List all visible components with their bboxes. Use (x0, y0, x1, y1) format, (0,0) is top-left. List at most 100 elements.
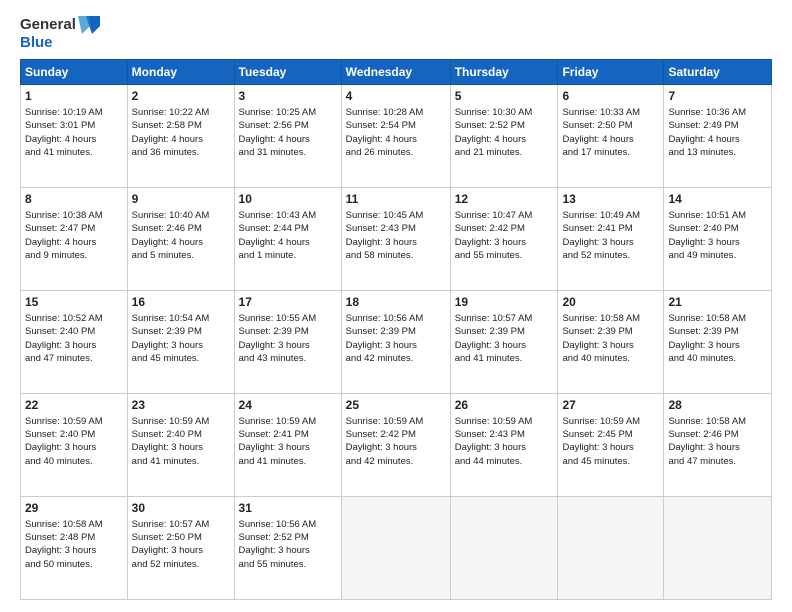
day-info: Daylight: 3 hours (239, 441, 337, 454)
day-info: Sunset: 2:44 PM (239, 222, 337, 235)
calendar-cell (664, 497, 772, 600)
day-info: Sunrise: 10:52 AM (25, 312, 123, 325)
day-info: Sunset: 2:50 PM (132, 531, 230, 544)
day-info: Sunrise: 10:40 AM (132, 209, 230, 222)
day-info: Daylight: 3 hours (668, 441, 767, 454)
day-header-monday: Monday (127, 60, 234, 85)
day-header-friday: Friday (558, 60, 664, 85)
day-info: Sunset: 2:41 PM (239, 428, 337, 441)
day-info: and 55 minutes. (455, 249, 554, 262)
day-info: and 47 minutes. (668, 455, 767, 468)
day-number: 8 (25, 191, 123, 208)
day-info: Daylight: 3 hours (346, 339, 446, 352)
calendar-cell (450, 497, 558, 600)
calendar-cell: 17Sunrise: 10:55 AMSunset: 2:39 PMDaylig… (234, 291, 341, 394)
day-number: 19 (455, 294, 554, 311)
day-info: and 1 minute. (239, 249, 337, 262)
day-info: Sunrise: 10:38 AM (25, 209, 123, 222)
day-header-thursday: Thursday (450, 60, 558, 85)
calendar-cell (558, 497, 664, 600)
day-number: 22 (25, 397, 123, 414)
calendar-cell: 28Sunrise: 10:58 AMSunset: 2:46 PMDaylig… (664, 394, 772, 497)
page: General Blue SundayMondayTuesdayWednesda… (0, 0, 792, 612)
day-number: 5 (455, 88, 554, 105)
day-info: and 45 minutes. (132, 352, 230, 365)
day-info: Sunset: 2:45 PM (562, 428, 659, 441)
day-info: and 5 minutes. (132, 249, 230, 262)
day-info: Daylight: 4 hours (239, 133, 337, 146)
day-info: Sunset: 2:39 PM (132, 325, 230, 338)
day-info: Sunset: 2:58 PM (132, 119, 230, 132)
day-info: Sunrise: 10:59 AM (132, 415, 230, 428)
calendar-cell: 1Sunrise: 10:19 AMSunset: 3:01 PMDayligh… (21, 85, 128, 188)
day-number: 14 (668, 191, 767, 208)
day-number: 16 (132, 294, 230, 311)
calendar-body: 1Sunrise: 10:19 AMSunset: 3:01 PMDayligh… (21, 85, 772, 600)
day-info: Daylight: 3 hours (132, 544, 230, 557)
day-info: Sunset: 2:52 PM (239, 531, 337, 544)
calendar-cell: 12Sunrise: 10:47 AMSunset: 2:42 PMDaylig… (450, 188, 558, 291)
day-info: Daylight: 3 hours (25, 544, 123, 557)
day-number: 28 (668, 397, 767, 414)
day-info: and 55 minutes. (239, 558, 337, 571)
day-info: and 50 minutes. (25, 558, 123, 571)
day-info: Sunrise: 10:51 AM (668, 209, 767, 222)
day-info: Sunrise: 10:22 AM (132, 106, 230, 119)
day-info: Sunset: 2:49 PM (668, 119, 767, 132)
day-info: Sunrise: 10:47 AM (455, 209, 554, 222)
calendar-table: SundayMondayTuesdayWednesdayThursdayFrid… (20, 59, 772, 600)
day-info: Sunrise: 10:58 AM (562, 312, 659, 325)
day-info: and 40 minutes. (25, 455, 123, 468)
day-number: 10 (239, 191, 337, 208)
calendar-cell: 22Sunrise: 10:59 AMSunset: 2:40 PMDaylig… (21, 394, 128, 497)
day-info: Daylight: 3 hours (25, 339, 123, 352)
day-info: and 9 minutes. (25, 249, 123, 262)
day-info: Daylight: 3 hours (455, 339, 554, 352)
day-info: and 40 minutes. (562, 352, 659, 365)
day-info: Sunset: 3:01 PM (25, 119, 123, 132)
day-info: Daylight: 4 hours (455, 133, 554, 146)
day-number: 4 (346, 88, 446, 105)
day-info: Daylight: 3 hours (562, 441, 659, 454)
calendar-cell: 10Sunrise: 10:43 AMSunset: 2:44 PMDaylig… (234, 188, 341, 291)
day-number: 29 (25, 500, 123, 517)
day-info: Sunrise: 10:49 AM (562, 209, 659, 222)
calendar-header: SundayMondayTuesdayWednesdayThursdayFrid… (21, 60, 772, 85)
day-info: Sunrise: 10:59 AM (239, 415, 337, 428)
day-info: Sunrise: 10:43 AM (239, 209, 337, 222)
calendar-cell (341, 497, 450, 600)
day-info: and 43 minutes. (239, 352, 337, 365)
day-info: Sunrise: 10:59 AM (455, 415, 554, 428)
day-info: and 58 minutes. (346, 249, 446, 262)
day-info: and 52 minutes. (562, 249, 659, 262)
day-info: Daylight: 4 hours (346, 133, 446, 146)
day-info: and 17 minutes. (562, 146, 659, 159)
day-info: Sunset: 2:40 PM (668, 222, 767, 235)
calendar-cell: 4Sunrise: 10:28 AMSunset: 2:54 PMDayligh… (341, 85, 450, 188)
calendar-cell: 30Sunrise: 10:57 AMSunset: 2:50 PMDaylig… (127, 497, 234, 600)
day-info: Sunrise: 10:59 AM (25, 415, 123, 428)
calendar-cell: 2Sunrise: 10:22 AMSunset: 2:58 PMDayligh… (127, 85, 234, 188)
day-info: and 21 minutes. (455, 146, 554, 159)
week-row-4: 22Sunrise: 10:59 AMSunset: 2:40 PMDaylig… (21, 394, 772, 497)
day-info: Sunset: 2:40 PM (25, 428, 123, 441)
day-info: and 42 minutes. (346, 352, 446, 365)
day-info: Sunrise: 10:57 AM (455, 312, 554, 325)
day-info: Sunset: 2:42 PM (455, 222, 554, 235)
calendar-cell: 24Sunrise: 10:59 AMSunset: 2:41 PMDaylig… (234, 394, 341, 497)
day-info: Sunset: 2:39 PM (346, 325, 446, 338)
day-info: Daylight: 3 hours (239, 339, 337, 352)
day-info: Daylight: 4 hours (132, 236, 230, 249)
calendar-cell: 25Sunrise: 10:59 AMSunset: 2:42 PMDaylig… (341, 394, 450, 497)
day-info: Sunrise: 10:30 AM (455, 106, 554, 119)
day-number: 24 (239, 397, 337, 414)
day-info: Sunrise: 10:54 AM (132, 312, 230, 325)
day-info: Daylight: 3 hours (132, 339, 230, 352)
day-info: Sunset: 2:47 PM (25, 222, 123, 235)
day-info: Sunset: 2:42 PM (346, 428, 446, 441)
calendar-cell: 27Sunrise: 10:59 AMSunset: 2:45 PMDaylig… (558, 394, 664, 497)
day-info: and 41 minutes. (239, 455, 337, 468)
day-info: Sunset: 2:50 PM (562, 119, 659, 132)
day-info: Sunrise: 10:25 AM (239, 106, 337, 119)
day-info: and 44 minutes. (455, 455, 554, 468)
